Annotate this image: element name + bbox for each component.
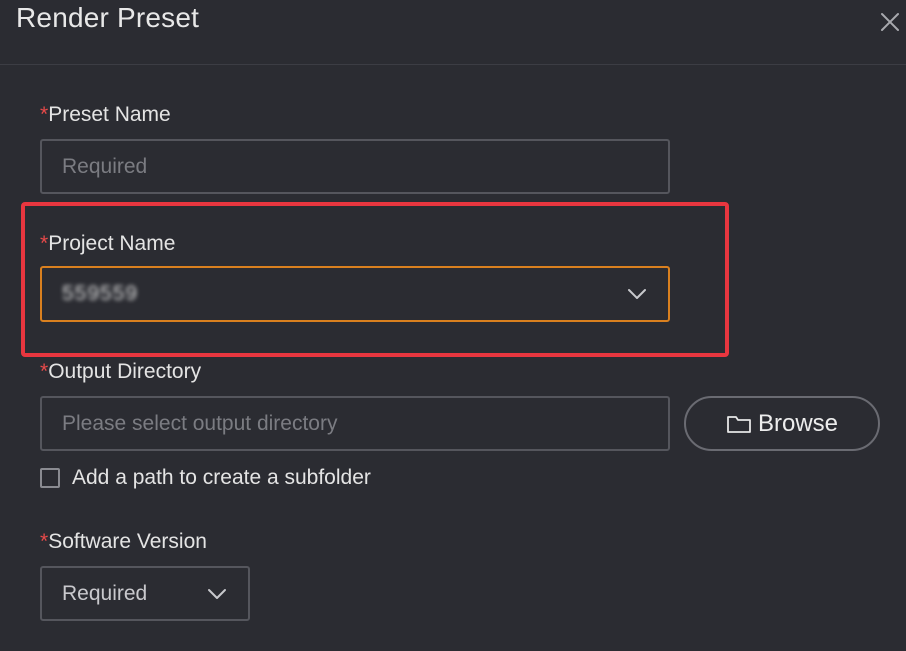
browse-label: Browse [757,409,839,437]
required-marker: * [40,103,49,126]
software-version-value: Required [62,581,148,605]
software-version-select[interactable]: Required [40,566,250,621]
subfolder-option[interactable]: Add a path to create a subfolder [40,466,371,490]
preset-name-label: *Preset Name [40,103,171,126]
required-marker: * [40,530,49,553]
browse-button[interactable]: Browse [684,396,880,451]
required-marker: * [40,360,49,383]
project-name-value: 559559 [62,282,139,305]
folder-icon [727,415,751,433]
project-name-select[interactable]: 559559 [40,266,670,322]
header-divider [0,64,906,65]
preset-name-input[interactable] [40,139,670,194]
dialog-title: Render Preset [16,2,200,33]
close-button[interactable] [876,8,904,36]
subfolder-label: Add a path to create a subfolder [72,466,371,489]
chevron-down-icon [206,587,228,601]
required-marker: * [40,232,49,255]
subfolder-checkbox[interactable] [40,468,60,488]
output-directory-label: *Output Directory [40,360,202,383]
chevron-down-icon [626,287,648,301]
software-version-label: *Software Version [40,530,207,553]
project-name-label: *Project Name [40,232,176,255]
output-directory-input[interactable] [40,396,670,451]
render-preset-dialog: Render Preset *Preset Name *Project Name… [0,0,906,651]
close-icon [881,13,899,31]
